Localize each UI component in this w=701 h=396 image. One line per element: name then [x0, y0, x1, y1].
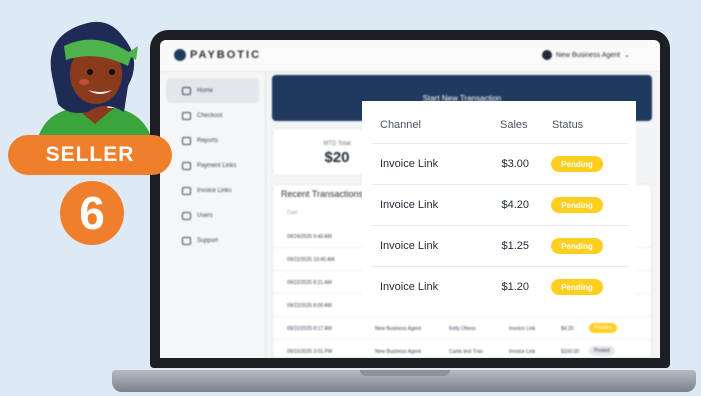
table-row[interactable]: Invoice Link $1.25 Pending	[362, 225, 636, 265]
laptop-notch	[360, 370, 450, 376]
row-amount: $4.20	[561, 326, 574, 332]
home-icon	[182, 86, 191, 95]
seller-number-badge: 6	[60, 181, 124, 245]
sidebar-item-label: Payment Links	[197, 162, 237, 169]
sidebar-item-users[interactable]: Users	[166, 203, 259, 228]
invoice-icon	[182, 186, 191, 195]
logo-mark-icon	[174, 49, 186, 61]
cart-icon	[182, 111, 191, 120]
table-row[interactable]: 09/15/2025 3:01 PM New Business Agent Cu…	[273, 340, 653, 358]
sidebar-item-home[interactable]: Home	[166, 78, 259, 103]
sidebar-item-label: Users	[197, 212, 213, 219]
status-badge: Pending	[551, 238, 603, 254]
table-row[interactable]: Invoice Link $3.00 Pending	[362, 143, 636, 183]
sales-header: Sales	[500, 119, 528, 131]
row-sales: $1.20	[501, 281, 529, 293]
top-bar: PAYBOTIC New Business Agent ⌄	[160, 40, 660, 72]
date-column-header: Date	[287, 210, 298, 216]
sidebar-item-label: Checkout	[197, 112, 223, 119]
row-channel: Invoice Link	[380, 199, 439, 211]
seller-badge: SELLER	[8, 135, 172, 175]
row-customer: Kelly Ohess	[449, 326, 476, 332]
sidebar-item-reports[interactable]: Reports	[166, 128, 259, 153]
sidebar: Home Checkout Reports Payment Links Invo…	[160, 72, 266, 358]
row-channel: Invoice Link	[509, 349, 536, 355]
users-icon	[182, 211, 191, 220]
row-channel: Invoice Link	[380, 240, 439, 252]
row-sales: $1.25	[501, 240, 529, 252]
channel-header: Channel	[380, 119, 421, 131]
dollar-icon	[182, 161, 191, 170]
row-agent: New Business Agent	[375, 349, 421, 355]
user-avatar-icon	[541, 50, 552, 60]
row-date: 09/22/2025 10:45 AM	[287, 257, 335, 263]
row-amount: $100.00	[561, 349, 580, 355]
status-badge: Pending	[589, 323, 618, 333]
row-channel: Invoice Link	[380, 281, 439, 293]
sales-status-card: Channel Sales Status Invoice Link $3.00 …	[362, 101, 636, 298]
sidebar-item-invoice-links[interactable]: Invoice Links	[166, 178, 259, 203]
row-date: 09/22/2025 8:00 AM	[287, 303, 332, 309]
row-agent: New Business Agent	[375, 326, 421, 332]
status-badge: Pending	[551, 156, 603, 172]
chevron-down-icon: ⌄	[624, 52, 630, 59]
card-header-row: Channel Sales Status	[362, 119, 636, 139]
brand-logo[interactable]: PAYBOTIC	[174, 49, 261, 61]
sidebar-item-checkout[interactable]: Checkout	[166, 103, 259, 128]
row-sales: $3.00	[501, 158, 529, 170]
row-date: 09/22/2025 8:17 AM	[287, 326, 332, 332]
agent-menu[interactable]: New Business Agent ⌄	[541, 50, 630, 60]
agent-label: New Business Agent	[555, 51, 621, 59]
status-header: Status	[552, 119, 584, 131]
sidebar-item-payment-links[interactable]: Payment Links	[166, 153, 259, 178]
sidebar-item-label: Home	[197, 87, 214, 94]
recent-title: Recent Transactions	[281, 189, 364, 199]
table-row[interactable]: Invoice Link $4.20 Pending	[362, 184, 636, 224]
row-sales: $4.20	[501, 199, 529, 211]
sidebar-item-label: Reports	[197, 137, 219, 144]
status-badge: Pending	[551, 197, 603, 213]
support-icon	[182, 236, 191, 245]
row-channel: Invoice Link	[509, 326, 536, 332]
table-row[interactable]: Invoice Link $1.20 Pending	[362, 266, 636, 306]
row-channel: Invoice Link	[380, 158, 439, 170]
sidebar-item-label: Support	[197, 237, 219, 244]
reports-icon	[182, 136, 191, 145]
row-date: 09/15/2025 3:01 PM	[287, 349, 333, 355]
seller-avatar-illustration	[36, 21, 154, 146]
row-date: 09/24/2025 9:40 AM	[287, 234, 332, 240]
status-badge: Posted	[589, 346, 615, 356]
row-date: 09/22/2025 8:21 AM	[287, 280, 332, 286]
status-badge: Pending	[551, 279, 603, 295]
sidebar-item-support[interactable]: Support	[166, 228, 259, 253]
brand-name: PAYBOTIC	[190, 49, 262, 61]
sidebar-item-label: Invoice Links	[197, 187, 232, 194]
table-row[interactable]: 09/22/2025 8:17 AM New Business Agent Ke…	[273, 317, 653, 340]
row-customer: Curtis test Tran	[449, 349, 483, 355]
